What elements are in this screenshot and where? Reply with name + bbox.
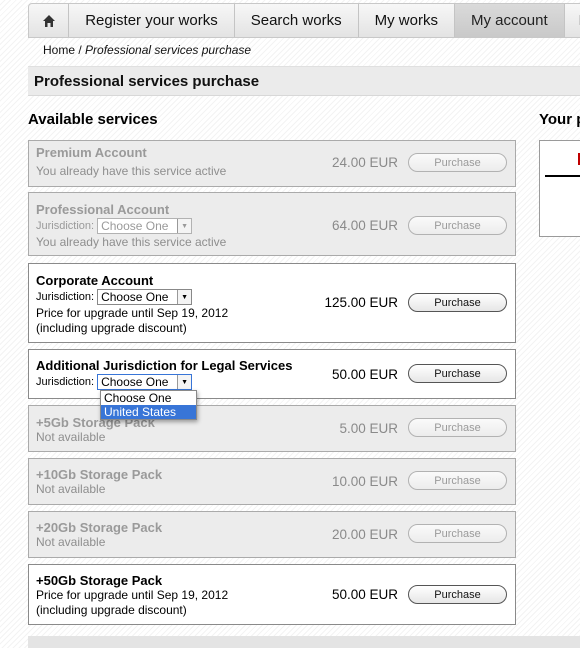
tab-search-works[interactable]: Search works (235, 4, 359, 37)
service-price: 10.00 EUR (331, 474, 398, 489)
service-price: 24.00 EUR (331, 155, 398, 170)
service-name: +50Gb Storage Pack (36, 573, 163, 588)
purchase-button[interactable]: Purchase (408, 418, 507, 437)
service-discount-note: (including upgrade discount) (36, 321, 187, 335)
breadcrumb-home-link[interactable]: Home (43, 43, 75, 57)
jurisdiction-row: Jurisdiction: Choose One ▼ (36, 289, 193, 305)
service-name: Professional Account (36, 202, 170, 217)
tab-my-works[interactable]: My works (359, 4, 455, 37)
purchase-button[interactable]: Purchase (408, 364, 507, 383)
service-card-corporate: Corporate Account Jurisdiction: Choose O… (28, 263, 516, 343)
side-panel-title: Your p (539, 111, 580, 128)
service-status: Not available (36, 482, 106, 496)
jurisdiction-label: Jurisdiction: (36, 291, 95, 303)
service-price: 50.00 EUR (331, 367, 398, 382)
purchase-button[interactable]: Purchase (408, 471, 507, 490)
jurisdiction-select[interactable]: Choose One ▼ (97, 218, 193, 234)
section-title: Available services (28, 111, 158, 128)
service-discount-note: (including upgrade discount) (36, 603, 187, 617)
side-panel-box (539, 140, 580, 237)
tab-register-works[interactable]: Register your works (69, 4, 235, 37)
service-price-note: Price for upgrade until Sep 19, 2012 (36, 588, 229, 602)
service-card-premium: Premium Account You already have this se… (28, 140, 516, 187)
jurisdiction-select[interactable]: Choose One ▼ (97, 289, 193, 305)
jurisdiction-label: Jurisdiction: (36, 220, 95, 232)
jurisdiction-row: Jurisdiction: Choose One ▼ (36, 374, 193, 390)
select-value: Choose One (101, 290, 169, 304)
service-status: Not available (36, 535, 106, 549)
purchase-button[interactable]: Purchase (408, 293, 507, 312)
purchase-button[interactable]: Purchase (408, 585, 507, 604)
service-card-50gb: +50Gb Storage Pack Price for upgrade unt… (28, 564, 516, 625)
chevron-down-icon: ▼ (177, 375, 192, 389)
page-title: Professional services purchase (28, 66, 580, 96)
service-status: You already have this service active (36, 235, 227, 249)
service-card-20gb: +20Gb Storage Pack Not available 20.00 E… (28, 511, 516, 558)
service-name: Corporate Account (36, 273, 154, 288)
service-status: You already have this service active (36, 164, 227, 178)
service-price: 5.00 EUR (339, 421, 398, 436)
breadcrumb-separator: / (75, 43, 86, 57)
breadcrumb: Home / Professional services purchase (43, 43, 251, 57)
service-price-note: Price for upgrade until Sep 19, 2012 (36, 306, 229, 320)
home-icon (42, 14, 55, 27)
side-panel-divider (545, 175, 580, 177)
service-name: +10Gb Storage Pack (36, 467, 163, 482)
service-name: Premium Account (36, 145, 147, 160)
chevron-down-icon: ▼ (177, 290, 192, 304)
purchase-button[interactable]: Purchase (408, 524, 507, 543)
service-card-10gb: +10Gb Storage Pack Not available 10.00 E… (28, 458, 516, 505)
service-status: Not available (36, 430, 106, 444)
jurisdiction-row: Jurisdiction: Choose One ▼ (36, 218, 193, 234)
service-price: 20.00 EUR (331, 527, 398, 542)
service-name: Additional Jurisdiction for Legal Servic… (36, 358, 293, 373)
footer-bar (28, 636, 580, 648)
dropdown-option-united-states[interactable]: United States (101, 405, 196, 419)
service-price: 50.00 EUR (331, 587, 398, 602)
service-name: +20Gb Storage Pack (36, 520, 163, 535)
jurisdiction-select[interactable]: Choose One ▼ (97, 374, 193, 390)
nav-home-button[interactable] (29, 4, 70, 37)
tab-my-account[interactable]: My account (454, 4, 565, 37)
breadcrumb-current: Professional services purchase (85, 43, 252, 57)
jurisdiction-label: Jurisdiction: (36, 376, 95, 388)
service-price: 125.00 EUR (324, 295, 398, 310)
purchase-button[interactable]: Purchase (408, 216, 507, 235)
dropdown-option-choose-one[interactable]: Choose One (101, 391, 196, 405)
service-card-professional: Professional Account Jurisdiction: Choos… (28, 192, 516, 256)
select-value: Choose One (101, 375, 169, 389)
main-nav: Register your works Search works My work… (28, 3, 580, 38)
jurisdiction-dropdown-list: Choose One United States (100, 390, 197, 420)
select-value: Choose One (101, 219, 169, 233)
service-price: 64.00 EUR (331, 218, 398, 233)
chevron-down-icon: ▼ (177, 219, 192, 233)
purchase-button[interactable]: Purchase (408, 153, 507, 172)
tab-truncated[interactable]: L (565, 4, 580, 37)
